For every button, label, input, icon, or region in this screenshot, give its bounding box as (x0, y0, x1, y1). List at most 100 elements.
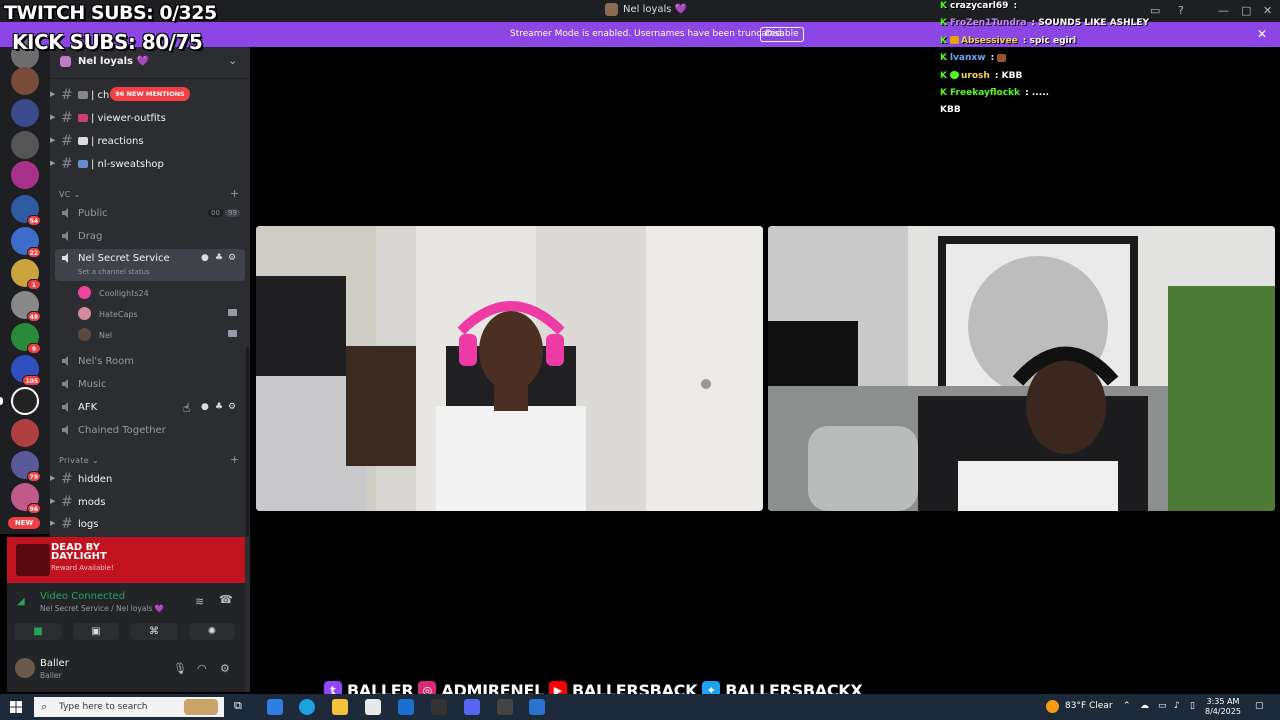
channel-item[interactable]: ▶ # mods (50, 493, 250, 513)
noise-suppression-icon[interactable]: ≋ (195, 595, 204, 608)
window-title: Nel loyals 💜 (605, 3, 687, 16)
windows-start-icon[interactable] (10, 701, 22, 713)
weather-text[interactable]: 83°F Clear (1065, 701, 1113, 711)
disconnect-icon[interactable]: ☎ (219, 593, 233, 606)
settings-gear-icon[interactable]: ⚙ (228, 253, 236, 263)
server-icon[interactable]: 22 (11, 227, 41, 258)
invite-icon[interactable]: ♣ (215, 253, 223, 263)
volume-icon[interactable]: ♪ (1174, 701, 1180, 711)
voice-channel-chained-together[interactable]: Chained Together (50, 421, 250, 441)
voice-channel-drag[interactable]: Drag (50, 227, 250, 247)
voice-channel-nels-room[interactable]: Nel's Room (50, 352, 250, 372)
server-icon[interactable]: 1 (11, 259, 41, 290)
channel-status[interactable]: Set a channel status (78, 268, 150, 276)
voice-status[interactable]: Video Connected (40, 591, 125, 602)
add-channel-icon[interactable]: + (230, 453, 239, 466)
file-explorer-icon[interactable] (332, 699, 348, 715)
reward-card[interactable]: DEAD BY DAYLIGHT Reward Available! (7, 537, 245, 583)
hash-icon: # (61, 87, 73, 103)
tray-chevron-icon[interactable]: ⌃ (1123, 701, 1131, 711)
voice-user[interactable]: HateCaps (78, 304, 238, 324)
soundboard-button[interactable]: ✺ (189, 623, 235, 640)
channel-label: Public (78, 208, 108, 219)
chat-sep: : (987, 53, 998, 64)
voice-channel-secret-service[interactable]: Nel Secret Service Set a channel status … (55, 249, 245, 281)
disable-button[interactable]: Disable (760, 27, 804, 42)
user-name[interactable]: Baller (40, 658, 69, 669)
server-icon[interactable] (11, 419, 39, 447)
copilot-icon[interactable] (267, 699, 283, 715)
server-icon[interactable] (11, 67, 39, 95)
add-channel-icon[interactable]: + (230, 187, 239, 200)
server-icon[interactable]: 79 (11, 451, 41, 482)
camera-icon (228, 330, 237, 337)
voice-channel-public[interactable]: Public 00 99 (50, 204, 250, 224)
obs-icon[interactable] (431, 699, 447, 715)
microphone-icon[interactable]: 🎙 (173, 662, 187, 675)
banner-close-icon[interactable]: ✕ (1257, 27, 1267, 41)
server-icon[interactable]: 96 (11, 483, 41, 514)
chat-icon[interactable]: ● (201, 253, 209, 263)
speaker-icon (62, 379, 68, 389)
collapse-arrow-icon: ▶ (50, 136, 56, 144)
app-icon[interactable] (497, 699, 513, 715)
voice-user[interactable]: Coollights24 (78, 283, 238, 303)
channel-item[interactable]: ▶ # hidden (50, 470, 250, 490)
discord-icon[interactable] (464, 699, 480, 715)
task-view-icon[interactable]: ⧉ (234, 699, 250, 715)
category-vc[interactable]: VC ⌄ (59, 190, 81, 199)
server-icon[interactable]: 9 (11, 323, 41, 354)
settings-gear-icon[interactable]: ⚙ (228, 402, 236, 412)
maximize-icon[interactable]: □ (1241, 4, 1251, 17)
unread-badge: 54 (26, 215, 41, 226)
mail-icon[interactable] (398, 699, 414, 715)
battery-icon[interactable]: ▯ (1190, 701, 1195, 711)
server-icon[interactable]: 105 (11, 355, 41, 386)
settings-gear-icon[interactable]: ⚙ (220, 662, 230, 675)
user-status: Baller (40, 671, 62, 680)
network-icon[interactable]: ▭ (1158, 701, 1167, 711)
channel-label: | ch (91, 90, 110, 101)
close-icon[interactable]: ✕ (1263, 4, 1272, 17)
avatar[interactable] (15, 658, 35, 678)
server-icon[interactable] (11, 99, 39, 127)
game-logo (16, 544, 50, 576)
notification-icon[interactable]: ▢ (1255, 701, 1264, 711)
server-icon[interactable] (11, 131, 39, 159)
store-icon[interactable] (365, 699, 381, 715)
voice-channel-afk[interactable]: AFK ☝ ● ♣ ⚙ (50, 398, 250, 418)
voice-channel-music[interactable]: Music (50, 375, 250, 395)
new-mentions-badge[interactable]: 96 NEW MENTIONS (110, 87, 190, 101)
chevron-down-icon[interactable]: ⌄ (228, 54, 237, 67)
minimize-icon[interactable]: — (1218, 4, 1229, 17)
chat-icon[interactable]: ● (201, 402, 209, 412)
sidebar-scrollbar[interactable] (246, 347, 249, 537)
channel-item[interactable]: ▶ # | nl-sweatshop (50, 155, 250, 175)
cloud-icon[interactable]: ☁ (1140, 701, 1149, 711)
channel-item[interactable]: ▶ # | reactions (50, 132, 250, 152)
activity-button[interactable]: ⌘ (131, 623, 177, 640)
app-icon[interactable] (529, 699, 545, 715)
voice-user[interactable]: Nel (78, 325, 238, 345)
hash-icon: # (61, 156, 73, 172)
channel-item[interactable]: ▶ # logs (50, 515, 250, 535)
taskbar-clock[interactable]: 3:35 AM 8/4/2025 (1205, 697, 1241, 717)
headphones-icon[interactable]: ◠ (197, 662, 207, 675)
screen-share-button[interactable]: ▣ (73, 623, 119, 640)
camera-button[interactable]: ■ (15, 623, 61, 640)
edge-icon[interactable] (299, 699, 315, 715)
server-icon[interactable] (11, 387, 39, 415)
invite-icon[interactable]: ♣ (215, 402, 223, 412)
video-tile-left[interactable] (256, 226, 763, 511)
channel-item[interactable]: ▶ # | viewer-outfits (50, 109, 250, 129)
server-icon[interactable]: 54 (11, 195, 41, 226)
windows-taskbar: ⌕ Type here to search ⧉ 83°F Clear ⌃ ☁ ▭… (0, 694, 1280, 720)
category-private[interactable]: Private ⌄ (59, 456, 99, 465)
server-icon[interactable] (11, 161, 39, 189)
server-icon[interactable]: 49 (11, 291, 41, 322)
taskbar-search[interactable]: ⌕ Type here to search (34, 697, 224, 717)
video-tile-right[interactable] (768, 226, 1275, 511)
weather-icon (1046, 700, 1059, 713)
voice-location[interactable]: Nel Secret Service / Nel loyals 💜 (40, 604, 164, 613)
chat-user: urosh (960, 70, 990, 81)
